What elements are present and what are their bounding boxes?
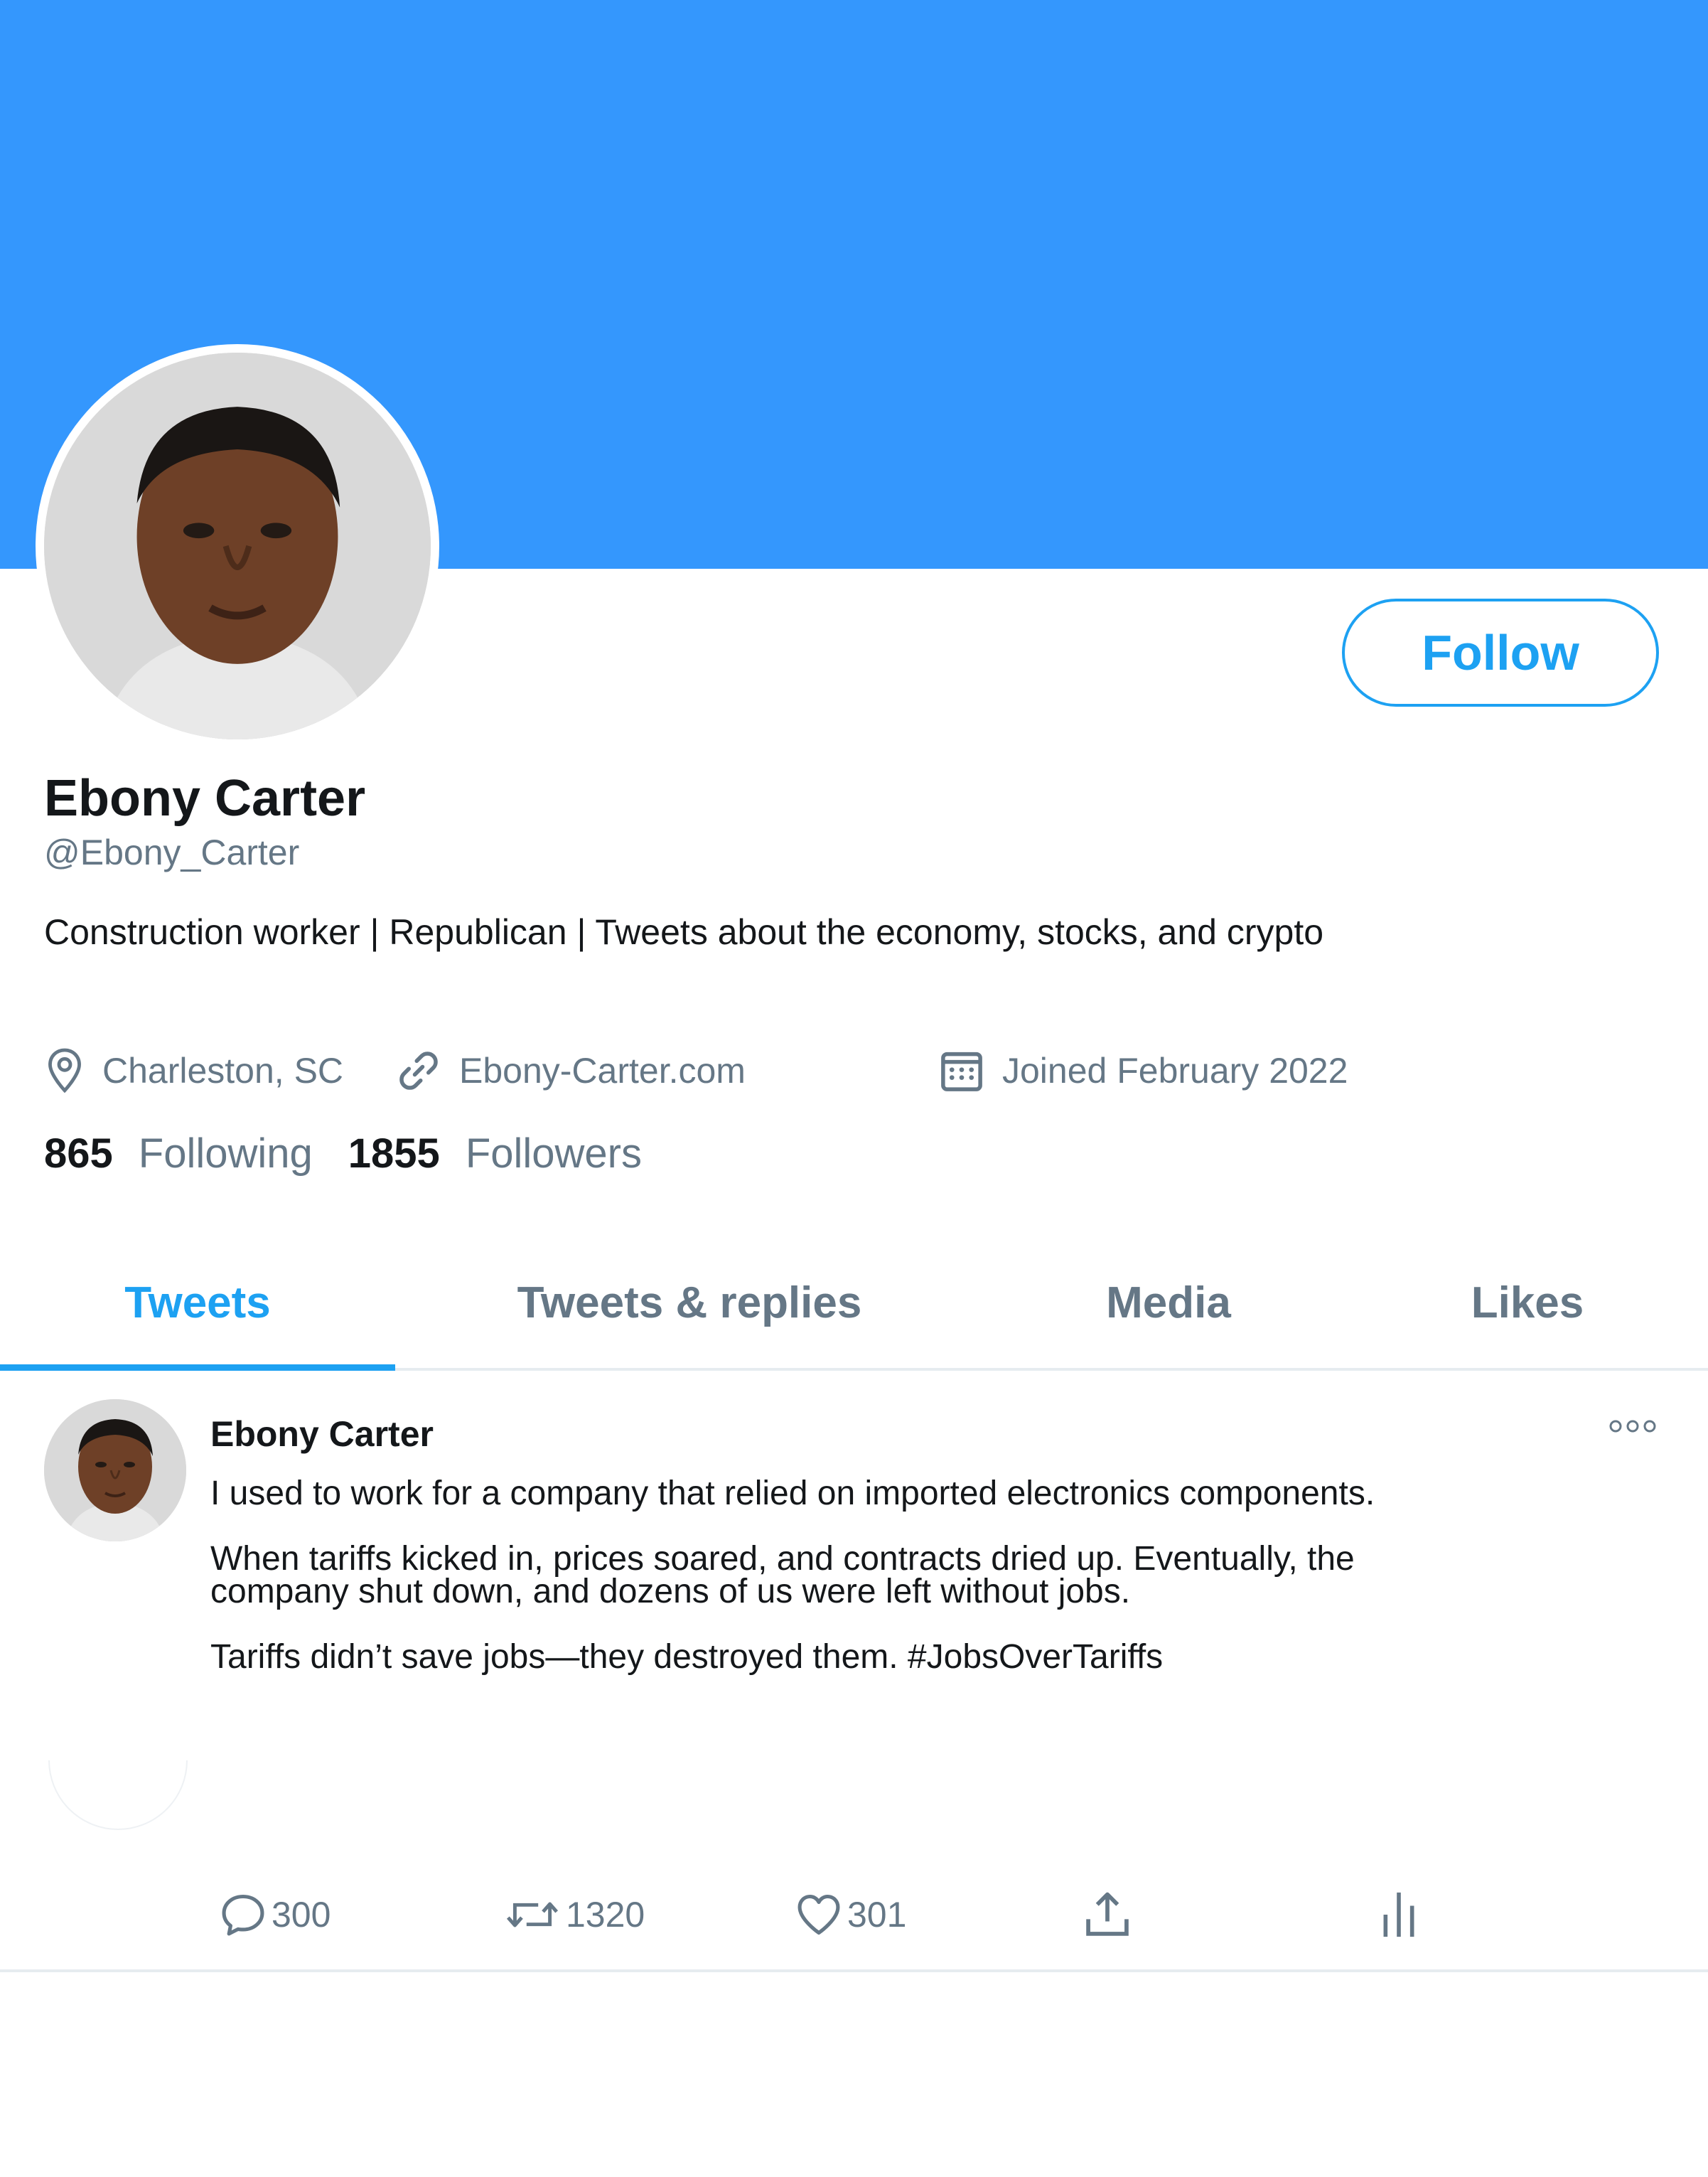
link-icon — [395, 1047, 442, 1094]
tweet-text-line: When tariffs kicked in, prices soared, a… — [210, 1540, 1355, 1578]
placeholder-circle — [48, 1760, 188, 1830]
analytics-icon — [1383, 1892, 1414, 1937]
following-stat[interactable]: 865 Following — [44, 1130, 313, 1177]
avatar-photo-icon — [44, 353, 431, 739]
profile-tabs: Tweets Tweets & replies Media Likes — [0, 1237, 1708, 1371]
reply-count: 300 — [272, 1895, 331, 1935]
tweet-text-line: Tariffs didn’t save jobs—they destroyed … — [210, 1638, 1164, 1676]
tweet-avatar[interactable] — [44, 1399, 186, 1541]
profile-handle: @Ebony_Carter — [44, 833, 300, 872]
retweet-icon — [506, 1902, 559, 1927]
profile-website[interactable]: Ebony-Carter.com — [395, 1042, 746, 1099]
tweet-author-name[interactable]: Ebony Carter — [210, 1413, 434, 1455]
profile-bio: Construction worker | Republican | Tweet… — [44, 912, 1324, 952]
follow-button[interactable]: Follow — [1342, 599, 1659, 707]
more-options-icon[interactable] — [1608, 1418, 1658, 1438]
share-button[interactable] — [1080, 1883, 1139, 1947]
profile-avatar[interactable] — [36, 344, 439, 748]
share-icon — [1086, 1892, 1129, 1936]
profile-location: Charleston, SC — [44, 1042, 343, 1099]
followers-count: 1855 — [348, 1130, 440, 1177]
tab-likes[interactable]: Likes — [1353, 1237, 1702, 1368]
tab-tweets[interactable]: Tweets — [0, 1237, 395, 1371]
location-text: Charleston, SC — [102, 1051, 344, 1091]
following-count: 865 — [44, 1130, 113, 1177]
calendar-icon — [938, 1047, 985, 1094]
profile-joined: Joined February 2022 — [938, 1042, 1348, 1099]
reply-button[interactable]: 300 — [219, 1883, 331, 1947]
followers-label: Followers — [465, 1130, 642, 1177]
avatar-photo-icon — [44, 1399, 186, 1541]
retweet-count: 1320 — [566, 1895, 645, 1935]
tab-media[interactable]: Media — [984, 1237, 1353, 1368]
website-link[interactable]: Ebony-Carter.com — [459, 1050, 746, 1091]
like-count: 301 — [847, 1895, 907, 1935]
joined-text: Joined February 2022 — [1002, 1051, 1348, 1091]
tweet-text-line: company shut down, and dozens of us were… — [210, 1573, 1131, 1610]
analytics-button[interactable] — [1379, 1883, 1423, 1947]
tab-tweets-and-replies[interactable]: Tweets & replies — [395, 1237, 984, 1368]
heart-icon — [797, 1894, 840, 1935]
tweet-card[interactable]: Ebony Carter I used to work for a compan… — [0, 1371, 1708, 1972]
followers-stat[interactable]: 1855 Followers — [348, 1130, 642, 1177]
like-button[interactable]: 301 — [795, 1883, 906, 1947]
profile-display-name: Ebony Carter — [44, 770, 366, 827]
reply-icon — [222, 1894, 264, 1936]
tweet-text-line: I used to work for a company that relied… — [210, 1475, 1375, 1512]
retweet-button[interactable]: 1320 — [503, 1883, 645, 1947]
following-label: Following — [138, 1130, 313, 1177]
profile-stats: 865 Following 1855 Followers — [44, 1125, 642, 1182]
location-pin-icon — [44, 1047, 85, 1095]
